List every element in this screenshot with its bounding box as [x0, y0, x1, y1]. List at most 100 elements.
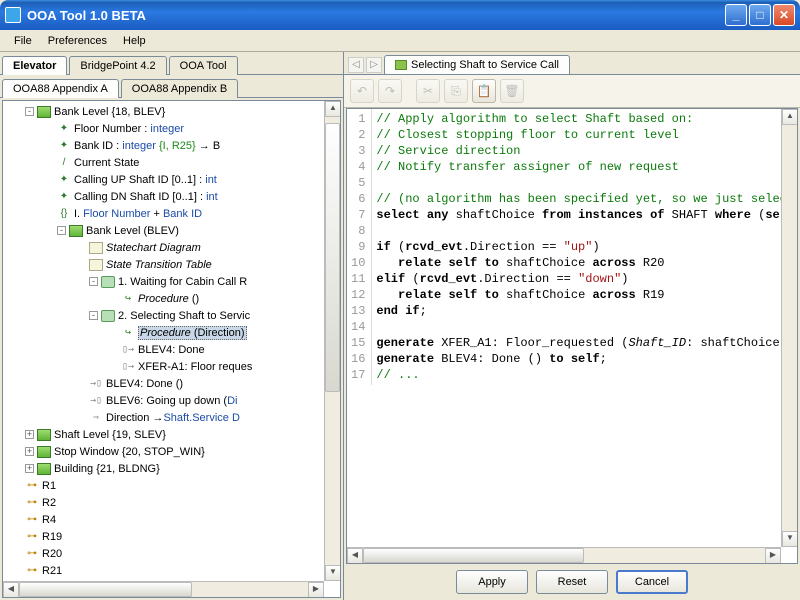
tree-row[interactable]: ▯→XFER-A1: Floor reques [5, 358, 322, 375]
attr-icon: {} [57, 208, 71, 220]
paste-button[interactable]: 📋 [472, 79, 496, 103]
hscroll-thumb[interactable] [363, 548, 584, 563]
cancel-button[interactable]: Cancel [616, 570, 688, 594]
tree-row[interactable]: -2. Selecting Shaft to Servic [5, 307, 322, 324]
tree-row[interactable]: ⊶R21 [5, 562, 322, 579]
primary-tabs: ElevatorBridgePoint 4.2OOA Tool [0, 52, 343, 75]
scroll-up-icon[interactable]: ▲ [325, 101, 341, 117]
tree-row[interactable]: - Bank Level (BLEV) [5, 222, 322, 239]
menu-help[interactable]: Help [115, 33, 154, 49]
menu-preferences[interactable]: Preferences [40, 33, 115, 49]
rel-icon: ⊶ [25, 480, 39, 492]
tree-toggle-icon[interactable]: + [25, 447, 34, 456]
tree-label: 1. Waiting for Cabin Call R [118, 276, 247, 288]
tree-panel: - Bank Level {18, BLEV} ✦Floor Number : in… [2, 100, 341, 598]
evt-icon: →▯ [89, 395, 103, 407]
tree-row[interactable]: ↪Procedure (Direction) [5, 324, 322, 341]
tree-row[interactable]: ↪Procedure () [5, 290, 322, 307]
tree-toggle-icon[interactable]: + [25, 430, 34, 439]
scroll-down-icon[interactable]: ▼ [325, 565, 341, 581]
copy-button: ⎘ [444, 79, 468, 103]
secondary-tabs: OOA88 Appendix AOOA88 Appendix B [0, 75, 343, 98]
tree-toggle-icon[interactable]: - [25, 107, 34, 116]
tree-label: Bank Level {18, BLEV} [54, 106, 165, 118]
tree-label: XFER-A1: Floor reques [138, 361, 252, 373]
tab-bridgepoint-4-2[interactable]: BridgePoint 4.2 [69, 56, 166, 75]
tree-row[interactable]: +Building {21, BLDNG} [5, 460, 322, 477]
scroll-down-icon[interactable]: ▼ [782, 531, 798, 547]
maximize-button[interactable]: □ [749, 4, 771, 26]
titlebar[interactable]: OOA Tool 1.0 BETA _ □ ✕ [0, 0, 800, 30]
tree-row[interactable]: ▯→BLEV4: Done [5, 341, 322, 358]
scroll-left-icon[interactable]: ◀ [347, 548, 363, 564]
tree-label: Statechart Diagram [106, 242, 201, 254]
hscroll-thumb[interactable] [19, 582, 192, 597]
tree-toggle-icon[interactable]: + [25, 464, 34, 473]
scroll-right-icon[interactable]: ▶ [308, 582, 324, 598]
tree-row[interactable]: {}I. Floor Number + Bank ID [5, 205, 322, 222]
apply-button[interactable]: Apply [456, 570, 528, 594]
tree-row[interactable]: +Shaft Level {19, SLEV} [5, 426, 322, 443]
minimize-button[interactable]: _ [725, 4, 747, 26]
code-hscrollbar[interactable]: ◀ ▶ [347, 547, 781, 563]
code-body[interactable]: // Apply algorithm to select Shaft based… [372, 109, 781, 385]
tree-row[interactable]: State Transition Table [5, 256, 322, 273]
menubar: File Preferences Help [0, 30, 800, 52]
reset-button[interactable]: Reset [536, 570, 608, 594]
tab-elevator[interactable]: Elevator [2, 56, 67, 75]
scroll-left-icon[interactable]: ◀ [3, 582, 19, 598]
scroll-right-icon[interactable]: ▶ [765, 548, 781, 564]
tree[interactable]: - Bank Level {18, BLEV} ✦Floor Number : in… [3, 101, 324, 581]
tree-row[interactable]: - 1. Waiting for Cabin Call R [5, 273, 322, 290]
tree-hscrollbar[interactable]: ◀ ▶ [3, 581, 324, 597]
tree-row[interactable]: ⊶R20 [5, 545, 322, 562]
tree-label: State Transition Table [106, 259, 212, 271]
editor-nav-fwd-icon[interactable]: ▷ [366, 57, 382, 73]
diag-icon [89, 242, 103, 254]
proc-icon: ↪ [121, 327, 135, 339]
code-vscrollbar[interactable]: ▲ ▼ [781, 109, 797, 547]
tree-row[interactable]: →▯BLEV4: Done () [5, 375, 322, 392]
tree-row[interactable]: ⊶R19 [5, 528, 322, 545]
tab-ooa88-appendix-b[interactable]: OOA88 Appendix B [121, 79, 238, 98]
tree-row[interactable]: ✦Floor Number : integer [5, 120, 322, 137]
tab-ooa-tool[interactable]: OOA Tool [169, 56, 238, 75]
tree-row[interactable]: +Stop Window {20, STOP_WIN} [5, 443, 322, 460]
tree-label: Current State [74, 157, 139, 169]
tree-label: Bank Level (BLEV) [86, 225, 179, 237]
code-editor[interactable]: 1234567891011121314151617 // Apply algor… [346, 108, 798, 564]
close-button[interactable]: ✕ [773, 4, 795, 26]
editor-tab[interactable]: Selecting Shaft to Service Call [384, 55, 570, 74]
tree-row[interactable]: ⊶R1 [5, 477, 322, 494]
pkg-icon [37, 106, 51, 118]
tab-ooa88-appendix-a[interactable]: OOA88 Appendix A [2, 79, 119, 98]
tree-row[interactable]: ⇒Direction →Shaft.Service D [5, 409, 322, 426]
redo-button: ↷ [378, 79, 402, 103]
tree-toggle-icon[interactable]: - [57, 226, 66, 235]
tree-row[interactable]: ✦Calling UP Shaft ID [0..1] : int [5, 171, 322, 188]
tree-row[interactable]: - Bank Level {18, BLEV} [5, 103, 322, 120]
tree-row[interactable]: →▯BLEV6: Going up down (Di [5, 392, 322, 409]
tree-row[interactable]: ⊶R4 [5, 511, 322, 528]
tree-row[interactable]: ⊶R2 [5, 494, 322, 511]
cut-button: ✂ [416, 79, 440, 103]
tree-row[interactable]: Statechart Diagram [5, 239, 322, 256]
tree-label: I. Floor Number + Bank ID [74, 208, 202, 220]
tree-row[interactable]: ✦Calling DN Shaft ID [0..1] : int [5, 188, 322, 205]
vscroll-thumb[interactable] [325, 123, 340, 392]
tree-row[interactable]: ✦Bank ID : integer {I, R25} → B [5, 137, 322, 154]
tree-label: BLEV6: Going up down (Di [106, 395, 237, 407]
tree-toggle-icon[interactable]: - [89, 277, 98, 286]
rel-icon: ⊶ [25, 565, 39, 577]
tree-toggle-icon[interactable]: - [89, 311, 98, 320]
menu-file[interactable]: File [6, 33, 40, 49]
tree-vscrollbar[interactable]: ▲ ▼ [324, 101, 340, 581]
tree-row[interactable]: /Current State [5, 154, 322, 171]
editor-nav-back-icon[interactable]: ◁ [348, 57, 364, 73]
tree-label: R2 [42, 497, 56, 509]
pkg-icon [69, 225, 83, 237]
scroll-up-icon[interactable]: ▲ [782, 109, 798, 125]
tree-label: R1 [42, 480, 56, 492]
rel-icon: ⊶ [25, 497, 39, 509]
pkg-icon [37, 429, 51, 441]
